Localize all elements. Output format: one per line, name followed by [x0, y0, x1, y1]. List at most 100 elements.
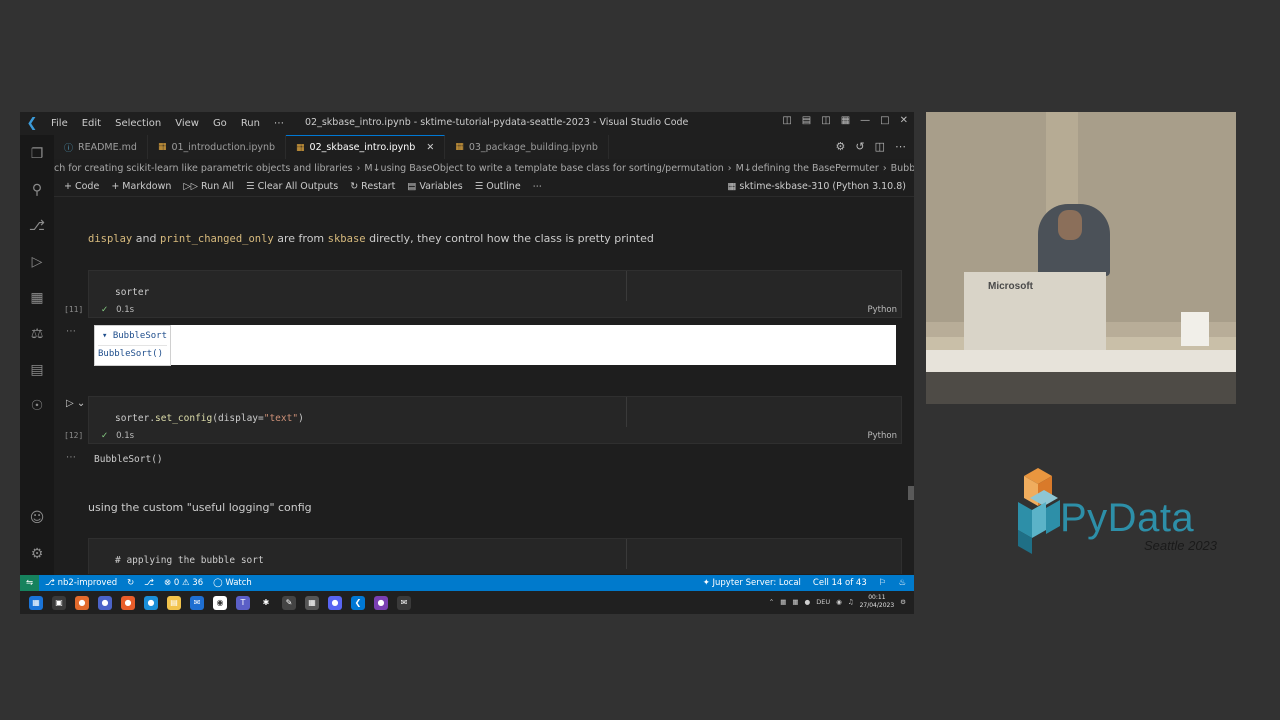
- breadcrumb-item[interactable]: ch for creating scikit-learn like parame…: [54, 163, 353, 174]
- tray-app-icon[interactable]: ▦: [792, 598, 798, 606]
- menu-go[interactable]: Go: [206, 118, 234, 129]
- menu-run[interactable]: Run: [234, 118, 267, 129]
- firefox-icon[interactable]: ●: [121, 595, 135, 610]
- output-more-icon[interactable]: ⋯: [66, 452, 76, 463]
- code-cell-11[interactable]: sorter ✓ 0.1s Python: [88, 270, 902, 318]
- code-line[interactable]: sorter.set_config(display="text"): [115, 413, 304, 424]
- run-cell-icon[interactable]: ▷ ⌄: [66, 398, 85, 409]
- minimize-icon[interactable]: —: [860, 115, 870, 126]
- volume-icon[interactable]: ♫: [848, 598, 854, 606]
- code-cell-12[interactable]: sorter.set_config(display="text") ✓ 0.1s …: [88, 396, 902, 444]
- run-debug-icon[interactable]: ▷: [28, 253, 46, 271]
- discord-icon[interactable]: ●: [328, 595, 342, 610]
- feedback-icon[interactable]: ⚐: [879, 578, 887, 588]
- tab-01-introduction[interactable]: ▦ 01_introduction.ipynb: [148, 135, 287, 159]
- pydata-subtitle: Seattle 2023: [1144, 538, 1218, 553]
- code-cell-13[interactable]: # applying the bubble sort: [88, 538, 902, 574]
- code-line[interactable]: sorter: [115, 287, 149, 298]
- menu-view[interactable]: View: [168, 118, 206, 129]
- layout-icon[interactable]: ▦: [841, 115, 850, 126]
- explorer-icon[interactable]: ❐: [28, 145, 46, 163]
- extensions-icon[interactable]: ▦: [28, 289, 46, 307]
- testing-icon[interactable]: ⚖: [28, 325, 46, 343]
- menu-selection[interactable]: Selection: [108, 118, 168, 129]
- tray-app-icon[interactable]: ▦: [780, 598, 786, 606]
- problems-item[interactable]: ⊗ 0 ⚠ 36: [164, 578, 203, 588]
- file-explorer-icon[interactable]: ▤: [167, 595, 181, 610]
- app-icon[interactable]: ✎: [282, 595, 296, 610]
- menu-bar: File Edit Selection View Go Run ⋯: [44, 118, 291, 129]
- network-icon[interactable]: ◉: [836, 598, 842, 606]
- estimator-repr-header[interactable]: ▾ BubbleSort: [98, 328, 168, 346]
- github-icon[interactable]: ●: [374, 595, 388, 610]
- app-icon[interactable]: ✱: [259, 595, 273, 610]
- jupyter-server-item[interactable]: ✦ Jupyter Server: Local: [703, 578, 801, 588]
- mail-icon[interactable]: ✉: [397, 595, 411, 610]
- menu-edit[interactable]: Edit: [75, 118, 108, 129]
- notification-center-icon[interactable]: ⚙: [900, 598, 906, 606]
- close-window-icon[interactable]: ✕: [900, 115, 908, 126]
- tray-app-icon[interactable]: ●: [805, 598, 811, 606]
- more-actions-icon[interactable]: ⋯: [895, 140, 906, 153]
- clock[interactable]: 00:11 27/04/2023: [860, 594, 895, 610]
- windows-start-icon[interactable]: ▦: [29, 595, 43, 610]
- tray-language[interactable]: DEU: [816, 598, 830, 606]
- outlook-icon[interactable]: ✉: [190, 595, 204, 610]
- task-view-icon[interactable]: ▣: [52, 595, 66, 610]
- notifications-icon[interactable]: ♨: [898, 578, 906, 588]
- code-line[interactable]: # applying the bubble sort: [115, 555, 264, 566]
- git-graph-status-icon[interactable]: ⎇: [144, 578, 154, 588]
- tab-02-skbase-intro[interactable]: ▦ 02_skbase_intro.ipynb ✕: [286, 135, 446, 159]
- restore-icon[interactable]: □: [880, 115, 889, 126]
- toolbar-more-button[interactable]: ⋯: [533, 181, 543, 192]
- markdown-cell[interactable]: display and print_changed_only are from …: [88, 232, 654, 245]
- cell-position[interactable]: Cell 14 of 43: [813, 578, 867, 588]
- chrome-icon[interactable]: ◉: [213, 595, 227, 610]
- branch-item[interactable]: ⎇ nb2-improved: [45, 578, 117, 588]
- variables-button[interactable]: ▤ Variables: [407, 181, 462, 192]
- clear-all-outputs-button[interactable]: ☰ Clear All Outputs: [246, 181, 338, 192]
- output-more-icon[interactable]: ⋯: [66, 326, 76, 337]
- source-control-icon[interactable]: ⎇: [28, 217, 46, 235]
- edge-icon[interactable]: ●: [144, 595, 158, 610]
- settings-gear-icon[interactable]: ⚙: [28, 545, 46, 563]
- folder-icon[interactable]: ▤: [28, 361, 46, 379]
- history-icon[interactable]: ↺: [855, 140, 864, 153]
- chevron-up-icon[interactable]: ⌃: [769, 598, 774, 606]
- app-icon[interactable]: ▦: [305, 595, 319, 610]
- menu-more[interactable]: ⋯: [267, 118, 291, 129]
- scrollbar-thumb[interactable]: [908, 486, 914, 500]
- split-editor-icon[interactable]: ◫: [875, 140, 885, 153]
- cell-language[interactable]: Python: [868, 305, 897, 315]
- settings-icon[interactable]: ⚙: [836, 140, 846, 153]
- remote-indicator-icon[interactable]: ⇋: [20, 575, 40, 591]
- git-graph-icon[interactable]: ☉: [28, 397, 46, 415]
- markdown-cell[interactable]: using the custom "useful logging" config: [88, 501, 312, 514]
- add-markdown-button[interactable]: + Markdown: [111, 181, 171, 192]
- breadcrumb-item[interactable]: M↓defining the BasePermuter: [736, 163, 879, 174]
- breadcrumb-item[interactable]: BubbleSort().get_tag: [891, 163, 914, 174]
- teams-icon[interactable]: T: [236, 595, 250, 610]
- restart-button[interactable]: ↻ Restart: [350, 181, 395, 192]
- vscode-taskbar-icon[interactable]: ❮: [351, 595, 365, 610]
- toggle-secondary-sidebar-icon[interactable]: ◫: [821, 115, 830, 126]
- tab-readme[interactable]: ⓘ README.md: [54, 135, 148, 159]
- app-icon[interactable]: ●: [75, 595, 89, 610]
- close-tab-icon[interactable]: ✕: [426, 142, 434, 153]
- cell-language[interactable]: Python: [868, 431, 897, 441]
- tab-03-package-building[interactable]: ▦ 03_package_building.ipynb: [445, 135, 609, 159]
- app-icon[interactable]: ●: [98, 595, 112, 610]
- kernel-picker[interactable]: ▦ sktime-skbase-310 (Python 3.10.8): [727, 181, 906, 192]
- run-all-button[interactable]: ▷▷ Run All: [183, 181, 234, 192]
- toggle-panel-icon[interactable]: ▤: [802, 115, 811, 126]
- toggle-sidebar-icon[interactable]: ◫: [782, 115, 791, 126]
- account-icon[interactable]: ☺: [28, 509, 46, 527]
- add-code-button[interactable]: + Code: [64, 181, 99, 192]
- outline-button[interactable]: ☰ Outline: [475, 181, 521, 192]
- watch-item[interactable]: ◯ Watch: [213, 578, 252, 588]
- menu-file[interactable]: File: [44, 118, 75, 129]
- sync-icon[interactable]: ↻: [127, 578, 134, 588]
- breadcrumb-item[interactable]: M↓using BaseObject to write a template b…: [364, 163, 723, 174]
- search-icon[interactable]: ⚲: [28, 181, 46, 199]
- estimator-repr[interactable]: ▾ BubbleSort BubbleSort(): [94, 325, 172, 366]
